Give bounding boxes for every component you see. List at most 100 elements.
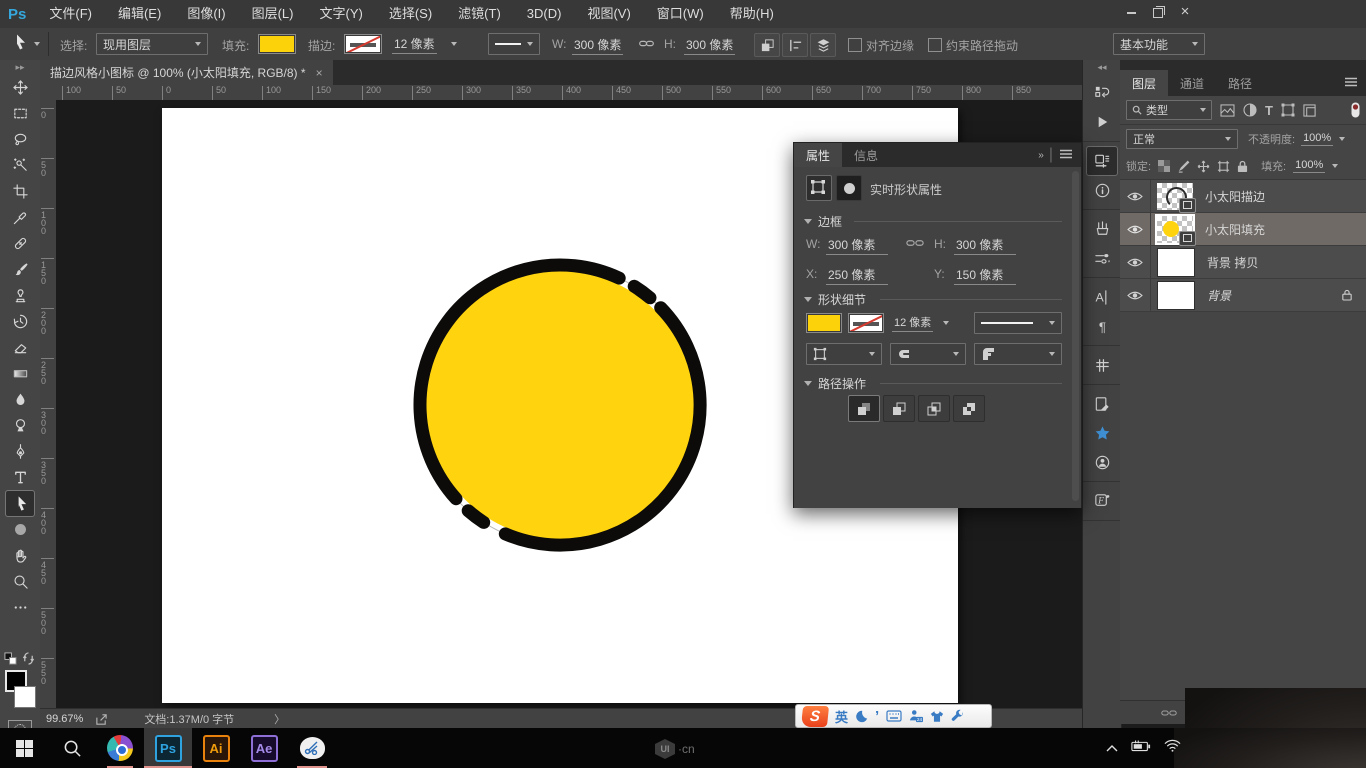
toolbox-icon[interactable] — [951, 709, 965, 723]
layer-thumbnail[interactable] — [1157, 281, 1195, 310]
blur-tool-icon[interactable] — [6, 387, 34, 412]
tab-paths[interactable]: 路径 — [1216, 70, 1264, 96]
background-color-swatch[interactable] — [14, 686, 36, 708]
filter-shape-layers-icon[interactable] — [1281, 103, 1295, 117]
taskbar-aftereffects-button[interactable]: Ae — [240, 728, 288, 768]
tab-layers[interactable]: 图层 — [1120, 70, 1168, 96]
blend-mode-dropdown[interactable]: 正常 — [1126, 129, 1238, 149]
sogou-logo[interactable]: S — [801, 706, 829, 727]
stroke-type-dropdown[interactable] — [488, 33, 540, 55]
clone-stamp-tool-icon[interactable] — [6, 283, 34, 308]
prop-stroke-type-dropdown[interactable] — [974, 312, 1062, 334]
tab-info[interactable]: 信息 — [842, 143, 890, 167]
styles-panel-icon[interactable]: F — [1087, 487, 1117, 515]
filter-adjustment-layers-icon[interactable] — [1243, 103, 1257, 117]
zoom-tool-icon[interactable] — [6, 569, 34, 594]
lock-position-icon[interactable] — [1197, 160, 1210, 173]
eraser-tool-icon[interactable] — [6, 335, 34, 360]
fill-chevron-icon[interactable] — [1332, 164, 1338, 168]
taskbar-illustrator-button[interactable]: Ai — [192, 728, 240, 768]
panel-menu-icon[interactable] — [1344, 74, 1366, 92]
opacity-chevron-icon[interactable] — [1339, 137, 1345, 141]
stroke-swatch[interactable] — [344, 34, 382, 54]
menu-图像(I)[interactable]: 图像(I) — [174, 0, 238, 28]
default-colors-icon[interactable] — [4, 652, 17, 670]
lasso-tool-icon[interactable] — [6, 127, 34, 152]
history-brush-tool-icon[interactable] — [6, 309, 34, 334]
intersect-shapes-button[interactable] — [918, 395, 950, 422]
ruler-corner[interactable] — [40, 85, 57, 101]
layer-thumbnail[interactable] — [1157, 216, 1193, 243]
layer-row-sun-fill[interactable]: 小太阳填充 — [1120, 213, 1366, 246]
prop-stroke-width-input[interactable]: 12 像素 — [892, 313, 966, 333]
type-tool-icon[interactable] — [6, 465, 34, 490]
opacity-value[interactable]: 100% — [1301, 132, 1333, 146]
toolbar-expand-icon[interactable]: ▸▸ — [0, 60, 40, 74]
current-tool-icon[interactable] — [10, 33, 28, 56]
prop-h-value[interactable]: 300 像素 — [954, 236, 1016, 255]
sun-shape[interactable] — [405, 250, 715, 560]
path-arrange-button[interactable] — [810, 33, 836, 57]
keyboard-icon[interactable] — [886, 710, 902, 722]
filter-pixel-layers-icon[interactable] — [1220, 104, 1235, 117]
brush-settings-panel-icon[interactable] — [1087, 244, 1117, 272]
pen-tool-icon[interactable] — [6, 439, 34, 464]
spot-healing-tool-icon[interactable] — [6, 231, 34, 256]
taskbar-browser-button[interactable] — [96, 728, 144, 768]
filter-type-layers-icon[interactable]: T — [1265, 103, 1273, 118]
menu-窗口(W)[interactable]: 窗口(W) — [644, 0, 717, 28]
layer-name[interactable]: 小太阳描边 — [1205, 188, 1265, 205]
live-shape-icon[interactable] — [806, 175, 832, 201]
foreground-background-colors[interactable] — [5, 670, 35, 712]
bounds-section-header[interactable]: 边框 — [804, 213, 842, 230]
taskbar-search-button[interactable] — [48, 728, 96, 768]
character-panel-icon[interactable]: A — [1087, 283, 1117, 311]
properties-menu-icon[interactable] — [1059, 146, 1081, 164]
minimize-button[interactable] — [1122, 4, 1140, 22]
moon-icon[interactable] — [855, 710, 868, 723]
prop-stroke-corner-dropdown[interactable] — [974, 343, 1062, 365]
adobe-stock-panel-icon[interactable] — [1087, 448, 1117, 476]
prop-w-value[interactable]: 300 像素 — [826, 236, 888, 255]
layer-thumbnail[interactable] — [1157, 248, 1195, 277]
tool-preset-chevron-icon[interactable] — [34, 42, 40, 46]
layer-name[interactable]: 背景 拷贝 — [1207, 254, 1258, 271]
move-tool-icon[interactable] — [6, 75, 34, 100]
menu-文字(Y)[interactable]: 文字(Y) — [306, 0, 375, 28]
horizontal-ruler[interactable]: 1005005010015020025030035040045050055060… — [56, 85, 1082, 101]
combine-shapes-button[interactable] — [848, 395, 880, 422]
layer-fill-value[interactable]: 100% — [1293, 159, 1325, 173]
zoom-level[interactable]: 99.67% — [46, 713, 83, 725]
eyedropper-tool-icon[interactable] — [6, 205, 34, 230]
path-selection-tool-icon[interactable] — [6, 491, 34, 516]
more-tools-icon[interactable] — [6, 595, 34, 620]
layer-row-background-copy[interactable]: 背景 拷贝 — [1120, 246, 1366, 279]
libraries-panel-icon[interactable] — [1087, 419, 1117, 447]
prop-y-value[interactable]: 150 像素 — [954, 266, 1016, 285]
restore-button[interactable] — [1149, 4, 1167, 22]
prop-stroke-cap-dropdown[interactable] — [890, 343, 966, 365]
align-edges-checkbox[interactable] — [848, 38, 862, 52]
shape-details-section-header[interactable]: 形状细节 — [804, 291, 866, 308]
wifi-icon[interactable] — [1164, 739, 1181, 757]
tab-close-icon[interactable]: × — [316, 66, 323, 80]
path-operations-section-header[interactable]: 路径操作 — [804, 375, 866, 392]
stroke-width-input[interactable]: 12 像素 — [392, 33, 480, 55]
lock-all-icon[interactable] — [1237, 160, 1248, 173]
visibility-eye-icon[interactable] — [1120, 180, 1151, 212]
ime-language-mode[interactable]: 英 — [835, 707, 848, 726]
visibility-eye-icon[interactable] — [1120, 246, 1151, 278]
taskbar-screenshot-button[interactable] — [288, 728, 336, 768]
align-edges-label[interactable]: 对齐边缘 — [866, 37, 914, 54]
punctuation-icon[interactable]: ’ — [875, 708, 879, 725]
start-button[interactable] — [0, 728, 48, 768]
glyphs-panel-icon[interactable] — [1087, 351, 1117, 379]
crop-tool-icon[interactable] — [6, 179, 34, 204]
person-24-icon[interactable]: 24 — [909, 709, 923, 723]
prop-link-icon[interactable] — [906, 235, 924, 251]
lock-artboard-icon[interactable] — [1217, 160, 1230, 173]
layer-row-sun-stroke[interactable]: 小太阳描边 — [1120, 180, 1366, 213]
tray-expand-icon[interactable] — [1106, 739, 1118, 757]
filter-smart-objects-icon[interactable] — [1303, 104, 1316, 117]
prop-x-value[interactable]: 250 像素 — [826, 266, 888, 285]
